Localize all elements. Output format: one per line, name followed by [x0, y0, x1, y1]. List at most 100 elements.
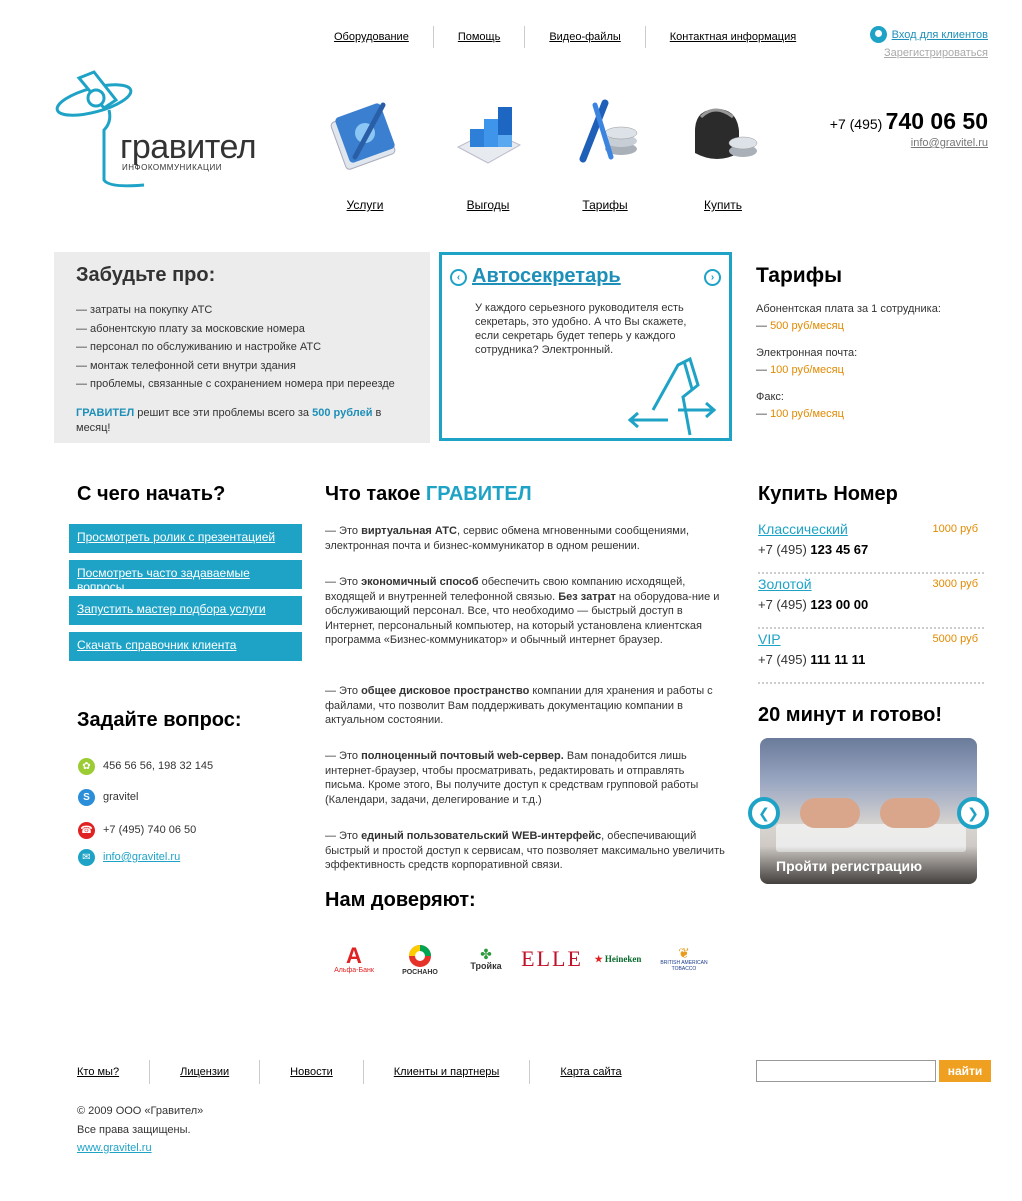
rights-text: Все права защищены.	[77, 1123, 191, 1136]
mail-icon: ✉	[78, 848, 95, 866]
service-buy[interactable]: Купить	[678, 95, 768, 212]
tariffs-panel: Тарифы Абонентская плата за 1 сотрудника…	[756, 264, 996, 422]
start-title: С чего начать?	[77, 483, 226, 505]
forget-panel: Забудьте про: — затраты на покупку АТС —…	[54, 252, 430, 443]
tariffs-title: Тарифы	[756, 264, 843, 287]
autosecretary-title[interactable]: Автосекретарь	[472, 265, 621, 288]
footer-about[interactable]: Кто мы?	[65, 1060, 131, 1084]
forget-note: ГРАВИТЕЛ решит все эти проблемы всего за…	[76, 406, 408, 436]
phone-contact: ☎ +7 (495) 740 06 50	[78, 821, 213, 839]
number-list: Классический 1000 руб +7 (495) 123 45 67…	[758, 519, 984, 684]
secretary-illustration-icon	[628, 356, 717, 436]
phone-number: 740 06 50	[885, 108, 988, 134]
header-email-link[interactable]: info@gravitel.ru	[830, 137, 988, 149]
download-guide-button[interactable]: Скачать справочник клиента	[69, 632, 302, 661]
divider	[529, 1060, 531, 1084]
feature-paragraph: — Это экономичный способ обеспечить свою…	[325, 576, 720, 646]
what-title: Что такое ГРАВИТЕЛ	[325, 483, 532, 505]
buy-number-title: Купить Номер	[758, 483, 898, 505]
ask-title: Задайте вопрос:	[77, 709, 242, 731]
footer-navigation: Кто мы? Лицензии Новости Клиенты и партн…	[65, 1060, 634, 1084]
login-link[interactable]: Вход для клиентов	[892, 29, 988, 41]
nav-equipment[interactable]: Оборудование	[310, 26, 433, 48]
book-icon	[330, 102, 396, 170]
copyright-text: © 2009 ООО «Гравител»	[77, 1105, 204, 1117]
footer-search: найти	[756, 1060, 991, 1082]
elle-logo[interactable]: ELLE	[521, 935, 581, 983]
number-category-link[interactable]: Золотой	[758, 576, 812, 592]
number-category-link[interactable]: Классический	[758, 521, 848, 537]
footer-news[interactable]: Новости	[278, 1060, 345, 1084]
service-link-services[interactable]: Услуги	[320, 198, 410, 212]
copyright-block: © 2009 ООО «Гравител» Все права защищены…	[77, 1102, 203, 1158]
footer-licenses[interactable]: Лицензии	[168, 1060, 241, 1084]
number-price: 5000 руб	[932, 633, 978, 645]
service-services[interactable]: Услуги	[320, 95, 410, 212]
tariff-label: Электронная почта:	[756, 347, 858, 359]
search-input[interactable]	[756, 1060, 936, 1082]
tools-coins-icon	[579, 99, 638, 163]
list-item: — персонал по обслуживанию и настройке А…	[76, 341, 322, 353]
rosnano-logo[interactable]: РОСНАНО	[391, 935, 449, 983]
register-caption[interactable]: Пройти регистрацию	[760, 846, 977, 884]
prev-arrow-icon[interactable]: ‹	[450, 269, 467, 286]
nav-help[interactable]: Помощь	[434, 26, 525, 48]
number-value: +7 (495) 123 00 00	[758, 597, 869, 612]
service-tariffs[interactable]: Тарифы	[560, 95, 650, 212]
autosecretary-text: У каждого серьезного руководителя есть с…	[475, 302, 687, 356]
trust-title: Нам доверяют:	[325, 889, 476, 911]
service-link-buy[interactable]: Купить	[678, 198, 768, 212]
forget-title: Забудьте про:	[76, 264, 216, 286]
search-button[interactable]: найти	[939, 1060, 991, 1082]
list-item: — проблемы, связанные с сохранением номе…	[76, 378, 395, 390]
list-item: — абонентскую плату за московские номера	[76, 322, 305, 335]
troika-logo[interactable]: ✤ Тройка	[457, 935, 515, 983]
nav-video[interactable]: Видео-файлы	[525, 26, 644, 48]
bat-logo[interactable]: ❦ BRITISH AMERICAN TOBACCO	[655, 935, 713, 983]
service-benefits[interactable]: Выгоды	[443, 95, 533, 212]
number-value: +7 (495) 123 45 67	[758, 542, 869, 557]
divider	[259, 1060, 261, 1084]
icq-flower-icon: ✿	[78, 757, 95, 775]
number-value: +7 (495) 111 11 11	[758, 652, 866, 667]
slide-prev-icon[interactable]: ❮	[748, 797, 780, 829]
email-link[interactable]: info@gravitel.ru	[103, 851, 180, 863]
site-link[interactable]: www.gravitel.ru	[77, 1142, 152, 1154]
tariff-price: — 100 руб/месяц	[756, 408, 844, 420]
number-price: 1000 руб	[932, 523, 978, 535]
start-buttons: Просмотреть ролик с презентацией Посмотр…	[69, 524, 302, 668]
divider	[362, 1060, 364, 1084]
register-link[interactable]: Зарегистрироваться	[870, 47, 988, 59]
skype-icon: S	[78, 788, 95, 806]
heineken-logo[interactable]: ★ Heineken	[589, 935, 647, 983]
phone-prefix: +7 (495)	[829, 116, 883, 132]
promo-slide[interactable]: Пройти регистрацию	[760, 738, 977, 884]
top-navigation: Оборудование Помощь Видео-файлы Контактн…	[310, 26, 820, 48]
partner-logos: А Альфа-Банк РОСНАНО ✤ Тройка ELLE ★ Hei…	[325, 935, 713, 983]
tariff-price: — 100 руб/месяц	[756, 364, 844, 376]
service-link-tariffs[interactable]: Тарифы	[560, 198, 650, 212]
tariff-price: — 500 руб/месяц	[756, 320, 844, 332]
alfa-bank-logo[interactable]: А Альфа-Банк	[325, 935, 383, 983]
bar-cubes-icon	[456, 107, 522, 164]
hand-image	[800, 798, 860, 828]
wizard-button[interactable]: Запустить мастер подбора услуги	[69, 596, 302, 625]
footer-sitemap[interactable]: Карта сайта	[548, 1060, 633, 1084]
header-contact: +7 (495) 740 06 50 info@gravitel.ru	[830, 108, 988, 149]
forget-list: — затраты на покупку АТС — абонентскую п…	[76, 301, 408, 394]
tariff-label: Факс:	[756, 391, 784, 403]
brand-tagline: ИНФОКОММУНИКАЦИИ	[122, 163, 222, 172]
nav-contacts[interactable]: Контактная информация	[646, 26, 820, 48]
faq-button[interactable]: Посмотреть часто задаваемые вопросы	[69, 560, 302, 594]
number-category-link[interactable]: VIP	[758, 631, 781, 647]
presentation-button[interactable]: Просмотреть ролик с презентацией	[69, 524, 302, 553]
next-arrow-icon[interactable]: ›	[704, 269, 721, 286]
service-link-benefits[interactable]: Выгоды	[443, 198, 533, 212]
logo[interactable]: гравител ИНФОКОММУНИКАЦИИ	[54, 70, 284, 190]
feature-paragraph: — Это единый пользовательский WEB-интерф…	[325, 830, 725, 871]
autosecretary-panel: ‹ Автосекретарь › У каждого серьезного р…	[439, 252, 732, 441]
number-offer: Классический 1000 руб +7 (495) 123 45 67	[758, 519, 984, 574]
feature-paragraph: — Это виртуальная АТС, сервис обмена мгн…	[325, 525, 690, 552]
slide-next-icon[interactable]: ❯	[957, 797, 989, 829]
footer-clients[interactable]: Клиенты и партнеры	[382, 1060, 512, 1084]
